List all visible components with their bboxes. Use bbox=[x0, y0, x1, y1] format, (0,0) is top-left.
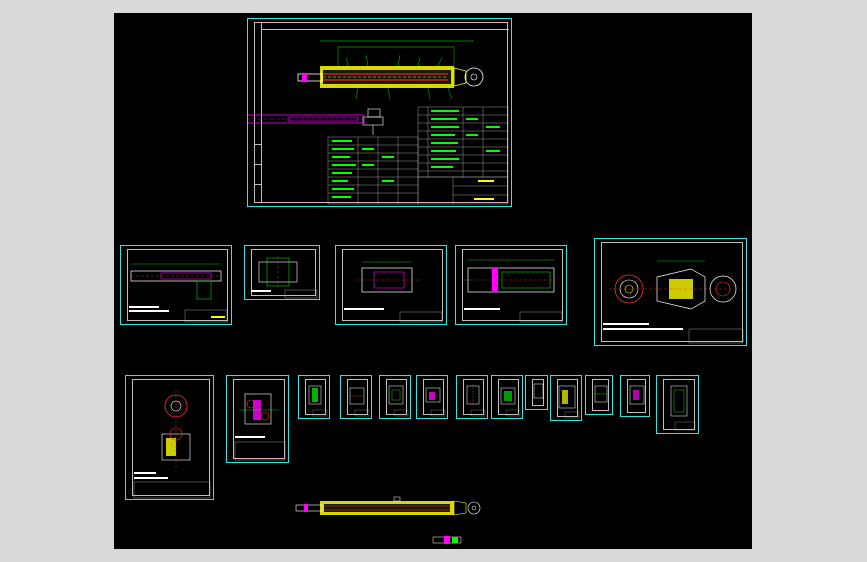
sheet-part-seal-9[interactable] bbox=[585, 375, 613, 415]
sheet-part-seal-6[interactable] bbox=[491, 375, 523, 419]
part-drawing-graphics bbox=[466, 384, 486, 417]
part-drawing-graphics bbox=[344, 261, 443, 323]
part-drawing-graphics bbox=[129, 263, 228, 323]
cad-drawing-canvas[interactable] bbox=[114, 13, 752, 549]
part-drawing-graphics bbox=[234, 393, 286, 461]
sheet-part-cylinder-barrel[interactable] bbox=[335, 245, 447, 325]
sheet-part-cylinder-2[interactable] bbox=[455, 245, 567, 325]
part-drawing-graphics bbox=[500, 387, 521, 417]
sheet-part-seal-2[interactable] bbox=[340, 375, 372, 419]
part-drawing-graphics bbox=[464, 259, 563, 323]
sheet-part-end-cap[interactable] bbox=[594, 238, 747, 346]
part-drawing-graphics bbox=[388, 385, 409, 417]
sheet-part-seal-1[interactable] bbox=[298, 375, 330, 419]
part-drawing-graphics bbox=[558, 385, 580, 419]
sheet-part-seal-5[interactable] bbox=[456, 375, 488, 419]
cylinder-assembly-view[interactable] bbox=[294, 493, 484, 523]
part-drawing-graphics bbox=[133, 390, 211, 499]
part-drawing-graphics bbox=[349, 387, 370, 417]
sheet-part-clevis[interactable] bbox=[125, 375, 214, 500]
part-drawing-graphics bbox=[308, 385, 328, 417]
sheet-part-seal-3[interactable] bbox=[379, 375, 411, 419]
part-drawing-graphics bbox=[594, 385, 608, 403]
part-drawing-graphics bbox=[629, 385, 645, 405]
part-drawing-graphics bbox=[670, 385, 696, 431]
sheet-assembly-main[interactable] bbox=[247, 18, 512, 207]
sheet-part-bracket[interactable] bbox=[226, 375, 289, 463]
part-drawing-graphics bbox=[603, 260, 744, 344]
sheet-part-seal-11[interactable] bbox=[656, 375, 699, 434]
small-part-view[interactable] bbox=[432, 535, 462, 545]
sheet-part-seal-10[interactable] bbox=[620, 375, 650, 417]
assembly-drawing-graphics bbox=[248, 40, 509, 205]
part-drawing-graphics bbox=[425, 387, 446, 417]
part-drawing-graphics bbox=[251, 256, 318, 299]
part-drawing-graphics bbox=[533, 383, 544, 399]
sheet-part-piston-rod[interactable] bbox=[120, 245, 232, 325]
sheet-part-small-1[interactable] bbox=[244, 245, 320, 300]
sheet-part-seal-4[interactable] bbox=[416, 375, 448, 419]
sheet-part-seal-7[interactable] bbox=[525, 375, 548, 410]
sheet-part-seal-8[interactable] bbox=[550, 375, 582, 421]
